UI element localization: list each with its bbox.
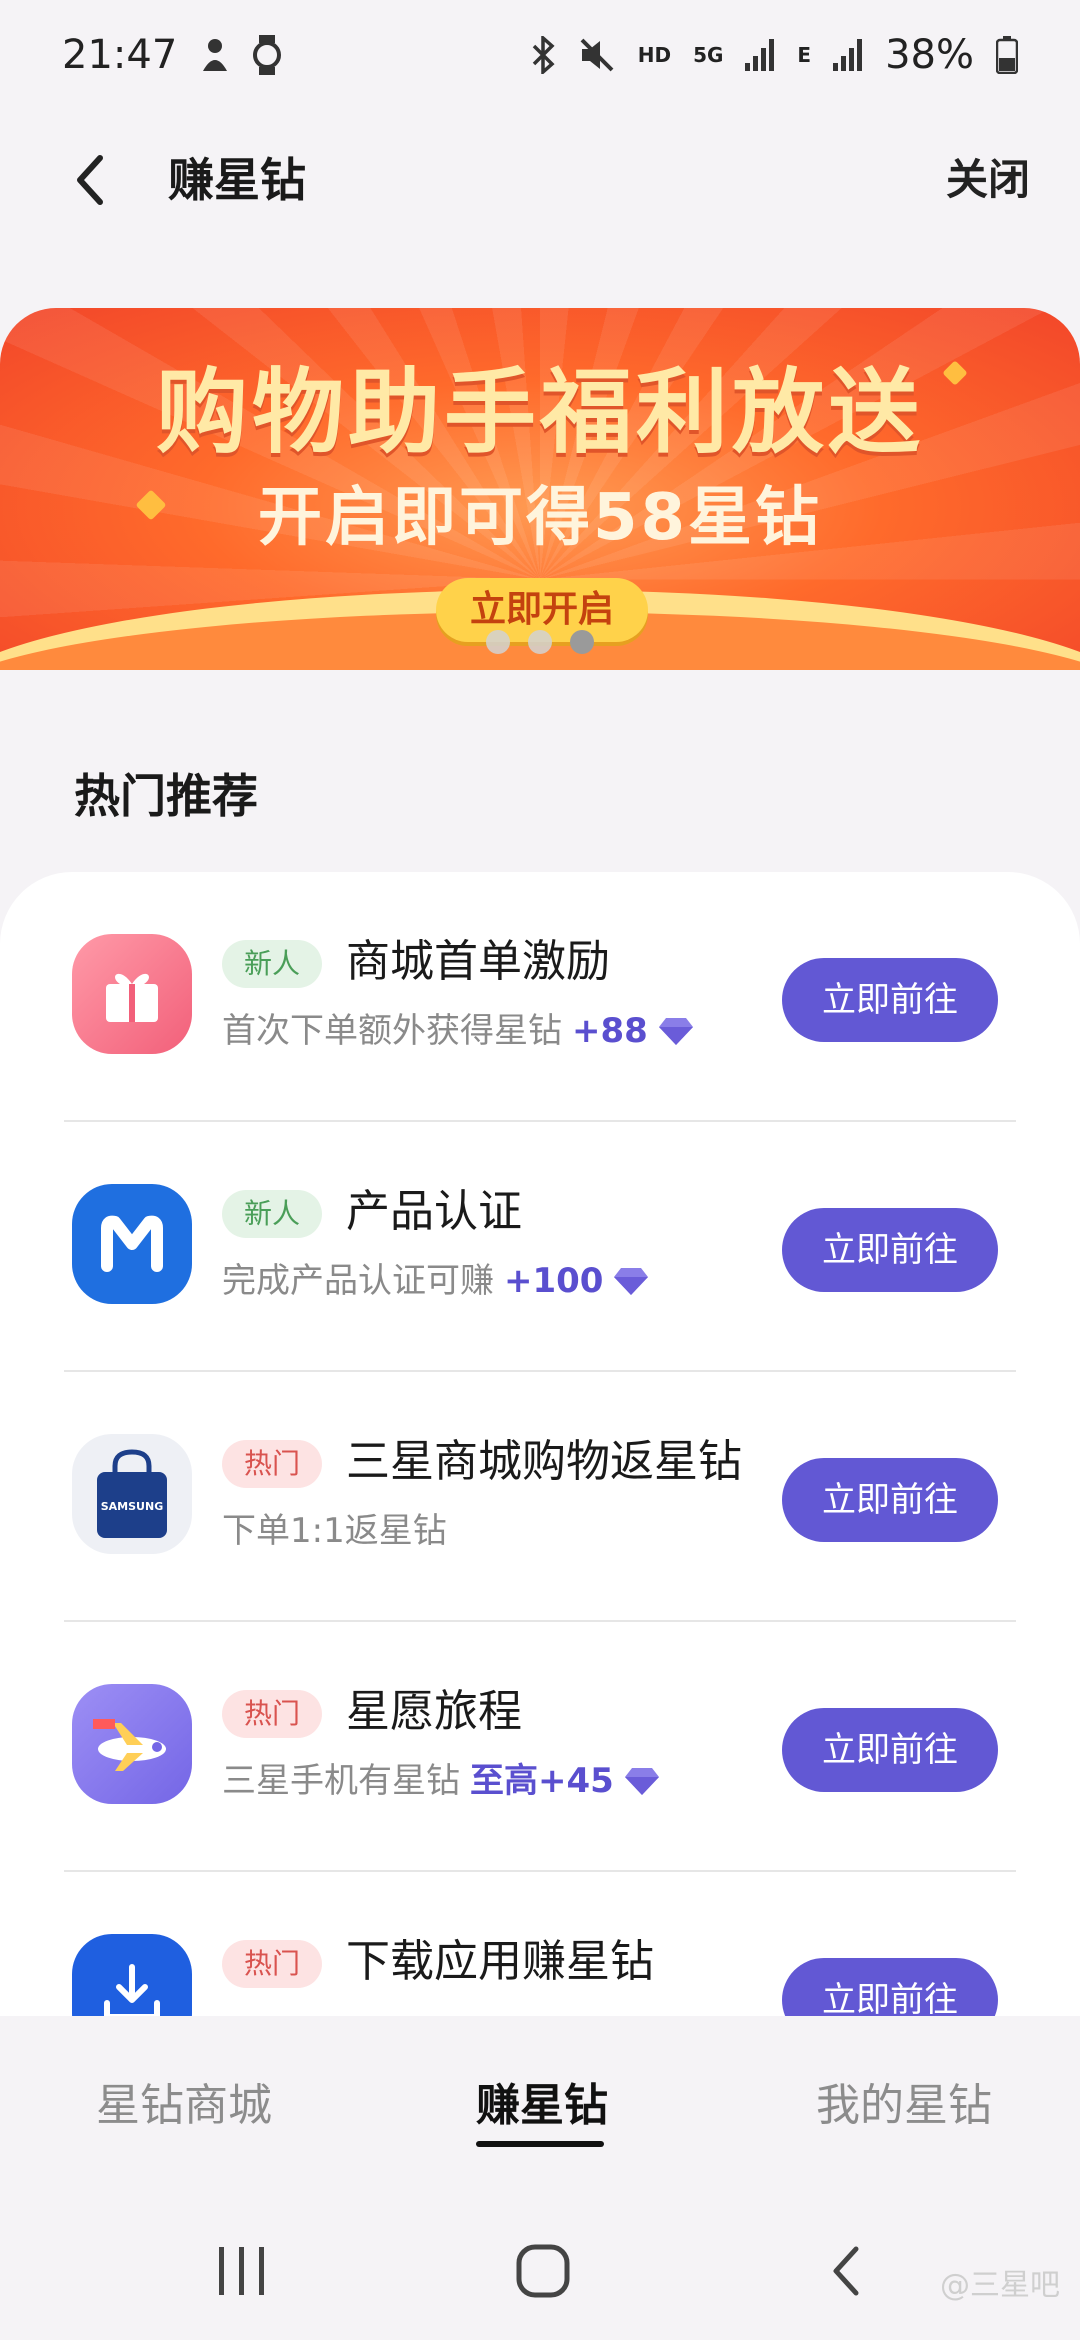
system-back-button[interactable]	[806, 2236, 886, 2306]
list-item[interactable]: 新人 商城首单激励 首次下单额外获得星钻 +88 立即前往	[0, 872, 1080, 1122]
banner-subtitle: 开启即可得58星钻	[257, 481, 823, 555]
new-user-tag: 新人	[222, 940, 323, 988]
diamond-icon	[614, 1268, 649, 1295]
bottom-tab-bar: 星钻商城 赚星钻 我的星钻	[0, 2016, 1080, 2196]
active-tab-indicator	[476, 2141, 604, 2147]
go-button[interactable]: 立即前往	[782, 1708, 998, 1792]
item-title: 下载应用赚星钻	[346, 1936, 654, 1987]
reward-value: 至高+45	[470, 1761, 614, 1801]
go-button[interactable]: 立即前往	[782, 1458, 998, 1542]
item-title: 星愿旅程	[346, 1686, 522, 1737]
banner-title: 购物助手福利放送	[155, 359, 924, 466]
reward-value: +88	[572, 1011, 648, 1051]
app-header: 赚星钻 关闭	[0, 110, 1080, 250]
close-button[interactable]: 关闭	[946, 140, 1030, 220]
new-user-tag: 新人	[222, 1190, 323, 1238]
members-icon	[72, 1184, 192, 1304]
item-desc: 完成产品认证可赚 +100	[222, 1256, 649, 1306]
home-icon	[516, 2244, 570, 2298]
list-item[interactable]: 热门 星愿旅程 三星手机有星钻 至高+45 立即前往	[0, 1622, 1080, 1872]
watermark: @三星吧	[940, 2268, 1060, 2303]
page: 21:47 HD 5G E 38% 赚星钻 关闭 购物助手福利放送 开启即可得5…	[0, 0, 1080, 2340]
recent-apps-button[interactable]	[202, 2236, 282, 2306]
tab-earn-stars[interactable]: 赚星钻	[476, 2066, 608, 2146]
signal-icon	[833, 39, 863, 71]
carousel-dot-active[interactable]	[570, 630, 594, 654]
item-desc: 三星手机有星钻 至高+45	[222, 1756, 660, 1806]
section-title: 热门推荐	[74, 769, 258, 823]
battery-icon	[996, 36, 1018, 74]
item-desc-text: 完成产品认证可赚	[222, 1261, 494, 1301]
page-title: 赚星钻	[168, 153, 306, 207]
item-desc: 下单1:1返星钻	[222, 1506, 447, 1556]
gift-icon	[72, 934, 192, 1054]
airplane-icon	[72, 1684, 192, 1804]
signal-icon	[745, 39, 775, 71]
status-time: 21:47	[62, 32, 178, 78]
mute-icon	[578, 36, 616, 74]
item-title: 商城首单激励	[346, 936, 610, 987]
go-button[interactable]: 立即前往	[782, 958, 998, 1042]
carousel-dot[interactable]	[486, 630, 510, 654]
recommend-list: 新人 商城首单激励 首次下单额外获得星钻 +88 立即前往 新人 产品认证 完成…	[0, 872, 1080, 2054]
watch-icon	[253, 35, 282, 75]
promo-banner[interactable]: 购物助手福利放送 开启即可得58星钻 立即开启	[0, 308, 1080, 670]
status-bar: 21:47 HD 5G E 38%	[0, 0, 1080, 110]
home-button[interactable]	[503, 2236, 583, 2306]
diamond-icon	[658, 1018, 693, 1045]
person-icon	[199, 37, 231, 73]
battery-percent: 38%	[885, 32, 974, 78]
hot-tag: 热门	[222, 1440, 323, 1488]
back-button[interactable]	[50, 140, 130, 220]
e-label: E	[797, 43, 812, 67]
tab-star-shop[interactable]: 星钻商城	[96, 2066, 272, 2146]
hot-tag: 热门	[222, 1940, 323, 1988]
samsung-logo-text: SAMSUNG	[101, 1500, 163, 1513]
go-button[interactable]: 立即前往	[782, 1208, 998, 1292]
recent-apps-icon	[219, 2247, 264, 2295]
item-desc-text: 三星手机有星钻	[222, 1761, 460, 1801]
back-icon	[833, 2246, 859, 2296]
item-desc-text: 下单1:1返星钻	[222, 1511, 447, 1551]
hd-label: HD	[637, 43, 672, 67]
carousel-dot[interactable]	[528, 630, 552, 654]
system-nav-bar	[0, 2196, 1080, 2340]
item-desc: 首次下单额外获得星钻 +88	[222, 1006, 694, 1056]
samsung-shop-icon: SAMSUNG	[72, 1434, 192, 1554]
diamond-icon	[624, 1768, 659, 1795]
item-title: 产品认证	[346, 1186, 522, 1237]
tab-my-stars[interactable]: 我的星钻	[816, 2066, 992, 2146]
hot-tag: 热门	[222, 1690, 323, 1738]
5g-label: 5G	[693, 43, 724, 67]
carousel-indicator	[486, 630, 594, 654]
chevron-left-icon	[77, 155, 103, 205]
reward-value: +100	[504, 1261, 604, 1301]
list-item[interactable]: 新人 产品认证 完成产品认证可赚 +100 立即前往	[0, 1122, 1080, 1372]
bluetooth-icon	[530, 36, 556, 74]
item-desc-text: 首次下单额外获得星钻	[222, 1011, 562, 1051]
list-item[interactable]: SAMSUNG 热门 三星商城购物返星钻 下单1:1返星钻 立即前往	[0, 1372, 1080, 1622]
item-title: 三星商城购物返星钻	[346, 1436, 742, 1487]
